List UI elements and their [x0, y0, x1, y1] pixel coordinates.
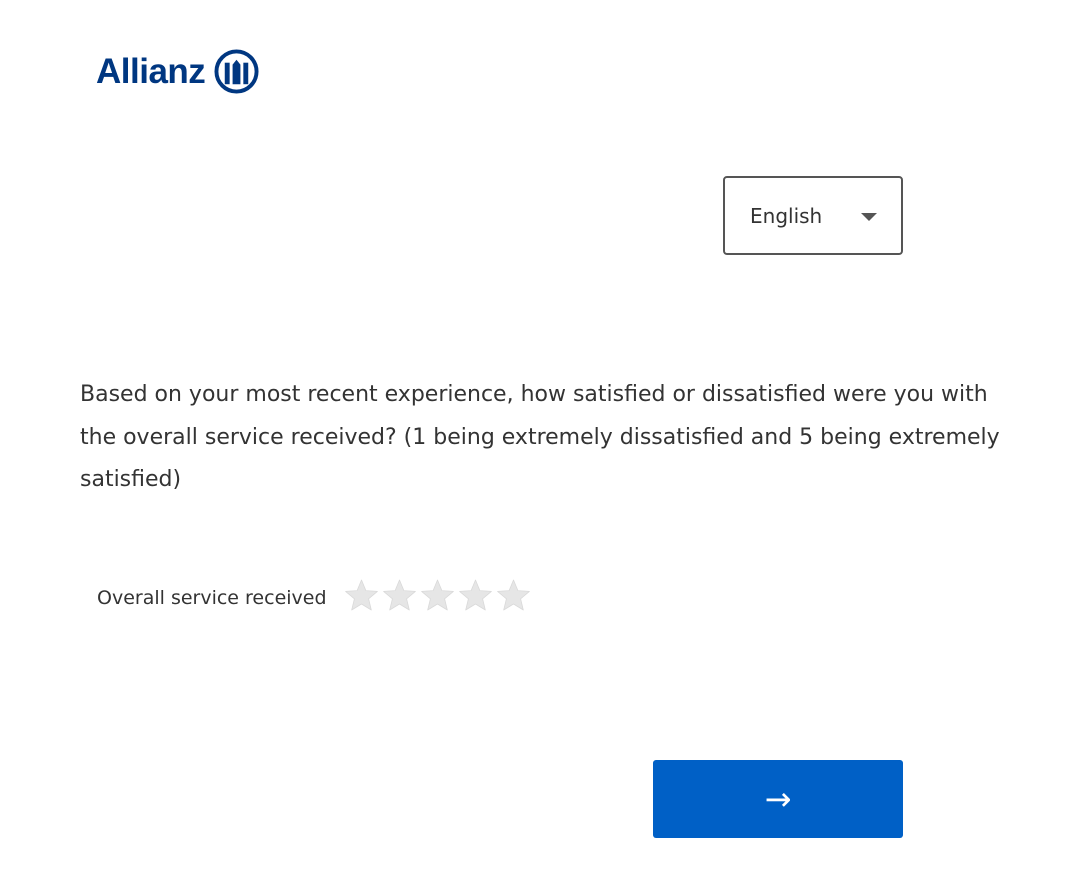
allianz-eagle-icon: [214, 48, 259, 94]
survey-question: Based on your most recent experience, ho…: [80, 382, 1000, 492]
star-2-icon[interactable]: [382, 578, 417, 613]
star-3-icon[interactable]: [420, 578, 455, 613]
star-4-icon[interactable]: [458, 578, 493, 613]
arrow-right-icon: →: [764, 780, 792, 818]
rating-label: Overall service received: [97, 587, 327, 609]
star-5-icon[interactable]: [496, 578, 531, 613]
language-select-value: English: [750, 204, 823, 228]
chevron-down-icon: [861, 213, 877, 221]
star-rating: [344, 578, 531, 613]
language-select[interactable]: English: [723, 176, 903, 255]
next-button[interactable]: →: [653, 760, 903, 838]
rating-row: Overall service received: [97, 578, 531, 613]
brand-name: Allianz: [96, 51, 206, 91]
star-1-icon[interactable]: [344, 578, 379, 613]
allianz-logo: Allianz: [96, 48, 259, 94]
